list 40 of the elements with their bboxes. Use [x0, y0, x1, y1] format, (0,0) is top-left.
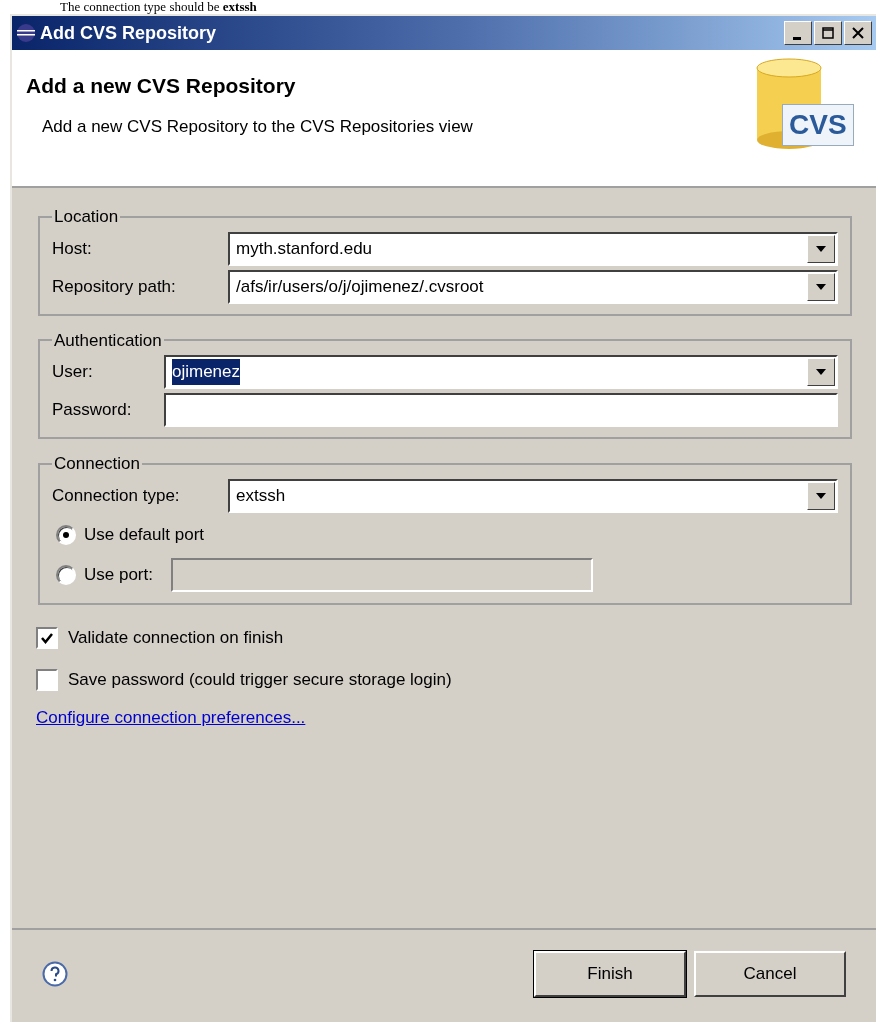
preferences-link[interactable]: Configure connection preferences...	[36, 704, 306, 730]
logo-text: CVS	[782, 104, 854, 146]
field-value: /afs/ir/users/o/j/ojimenez/.cvsroot	[236, 275, 484, 298]
maximize-button[interactable]	[814, 21, 842, 45]
checkbox[interactable]	[36, 668, 58, 691]
radio-button[interactable]	[56, 524, 76, 545]
caption: The connection type should be extssh	[59, 0, 258, 14]
field-label: Host:	[52, 237, 93, 260]
field-value: ojimenez	[172, 359, 241, 385]
combo-box[interactable]: ojimenez	[164, 355, 838, 389]
page-description: Add a new CVS Repository to the CVS Repositories view	[42, 115, 473, 138]
field-label: Repository path:	[52, 275, 177, 298]
field-label: User:	[52, 361, 94, 384]
minimize-icon	[792, 36, 801, 40]
dialog-button[interactable]: Cancel	[694, 951, 846, 997]
dialog-button[interactable]: Finish	[534, 951, 686, 997]
eclipse-logo-icon	[16, 23, 36, 43]
combo-box[interactable]: /afs/ir/users/o/j/ojimenez/.cvsroot	[228, 269, 838, 304]
close-button[interactable]	[844, 21, 872, 45]
checkbox[interactable]	[36, 626, 58, 649]
window-title: Add CVS Repository	[40, 21, 217, 45]
group-title: Authentication	[53, 329, 163, 352]
field-label: Connection type:	[52, 484, 181, 507]
group-title: Location	[53, 206, 120, 228]
radio-label: Use port:	[84, 563, 153, 586]
field-value: extssh	[236, 484, 286, 507]
checkbox-label: Save password (could trigger secure storage login)	[68, 668, 452, 691]
input-field[interactable]	[164, 393, 838, 427]
combo-box[interactable]: myth.stanford.edu	[228, 231, 838, 266]
checkbox-label: Validate connection on finish	[68, 626, 284, 649]
group-title: Connection	[53, 453, 141, 475]
maximize-icon	[822, 27, 834, 39]
help-icon[interactable]	[42, 961, 68, 987]
minimize-button[interactable]	[784, 21, 812, 45]
radio-label: Use default port	[84, 523, 204, 546]
field-label: Password:	[52, 399, 133, 422]
field-value: myth.stanford.edu	[236, 237, 373, 260]
combo-box[interactable]: extssh	[228, 478, 838, 513]
page-title: Add a new CVS Repository	[26, 73, 297, 99]
close-icon	[852, 27, 864, 39]
